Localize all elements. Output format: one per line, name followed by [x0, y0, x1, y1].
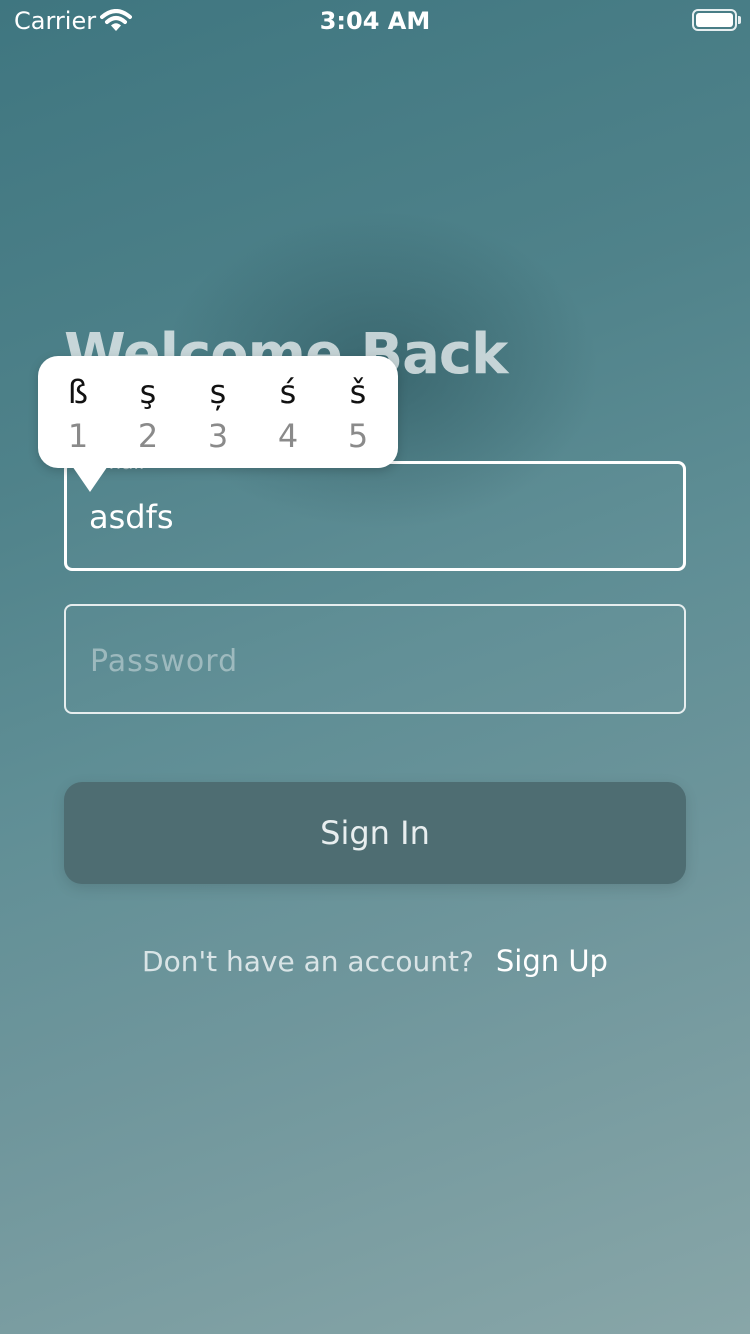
accent-character-popover: ß 1 ş 2 ș 3 ś 4 š 5	[38, 356, 398, 468]
accent-key-5[interactable]: š 5	[328, 372, 388, 456]
battery-cap	[738, 16, 741, 24]
signup-prompt: Don't have an account? Sign Up	[0, 944, 750, 978]
signup-prompt-text: Don't have an account?	[142, 945, 474, 978]
accent-key-4[interactable]: ś 4	[258, 372, 318, 456]
accent-char: ș	[209, 373, 227, 411]
sign-up-link[interactable]: Sign Up	[496, 944, 608, 978]
accent-popover-pointer	[68, 460, 112, 492]
accent-num: 5	[347, 417, 369, 455]
status-bar: Carrier 3:04 AM	[0, 0, 750, 40]
status-time: 3:04 AM	[319, 7, 431, 35]
password-placeholder: Password	[90, 644, 239, 679]
accent-num: 4	[277, 417, 299, 455]
battery-icon	[692, 9, 737, 31]
accent-key-2[interactable]: ş 2	[118, 372, 178, 456]
accent-num: 2	[137, 417, 159, 455]
accent-key-3[interactable]: ș 3	[188, 372, 248, 456]
sign-in-button[interactable]: Sign In	[64, 782, 686, 884]
accent-num: 3	[207, 417, 229, 455]
accent-char: š	[349, 373, 367, 411]
email-value[interactable]: asdfs	[89, 498, 174, 536]
accent-key-1[interactable]: ß 1	[48, 372, 108, 456]
accent-char: ş	[139, 373, 157, 411]
email-field[interactable]: Email asdfs	[64, 450, 686, 571]
password-field[interactable]: Password	[64, 604, 686, 714]
accent-num: 1	[67, 417, 89, 455]
accent-char: ś	[279, 373, 297, 411]
accent-char: ß	[67, 373, 89, 411]
